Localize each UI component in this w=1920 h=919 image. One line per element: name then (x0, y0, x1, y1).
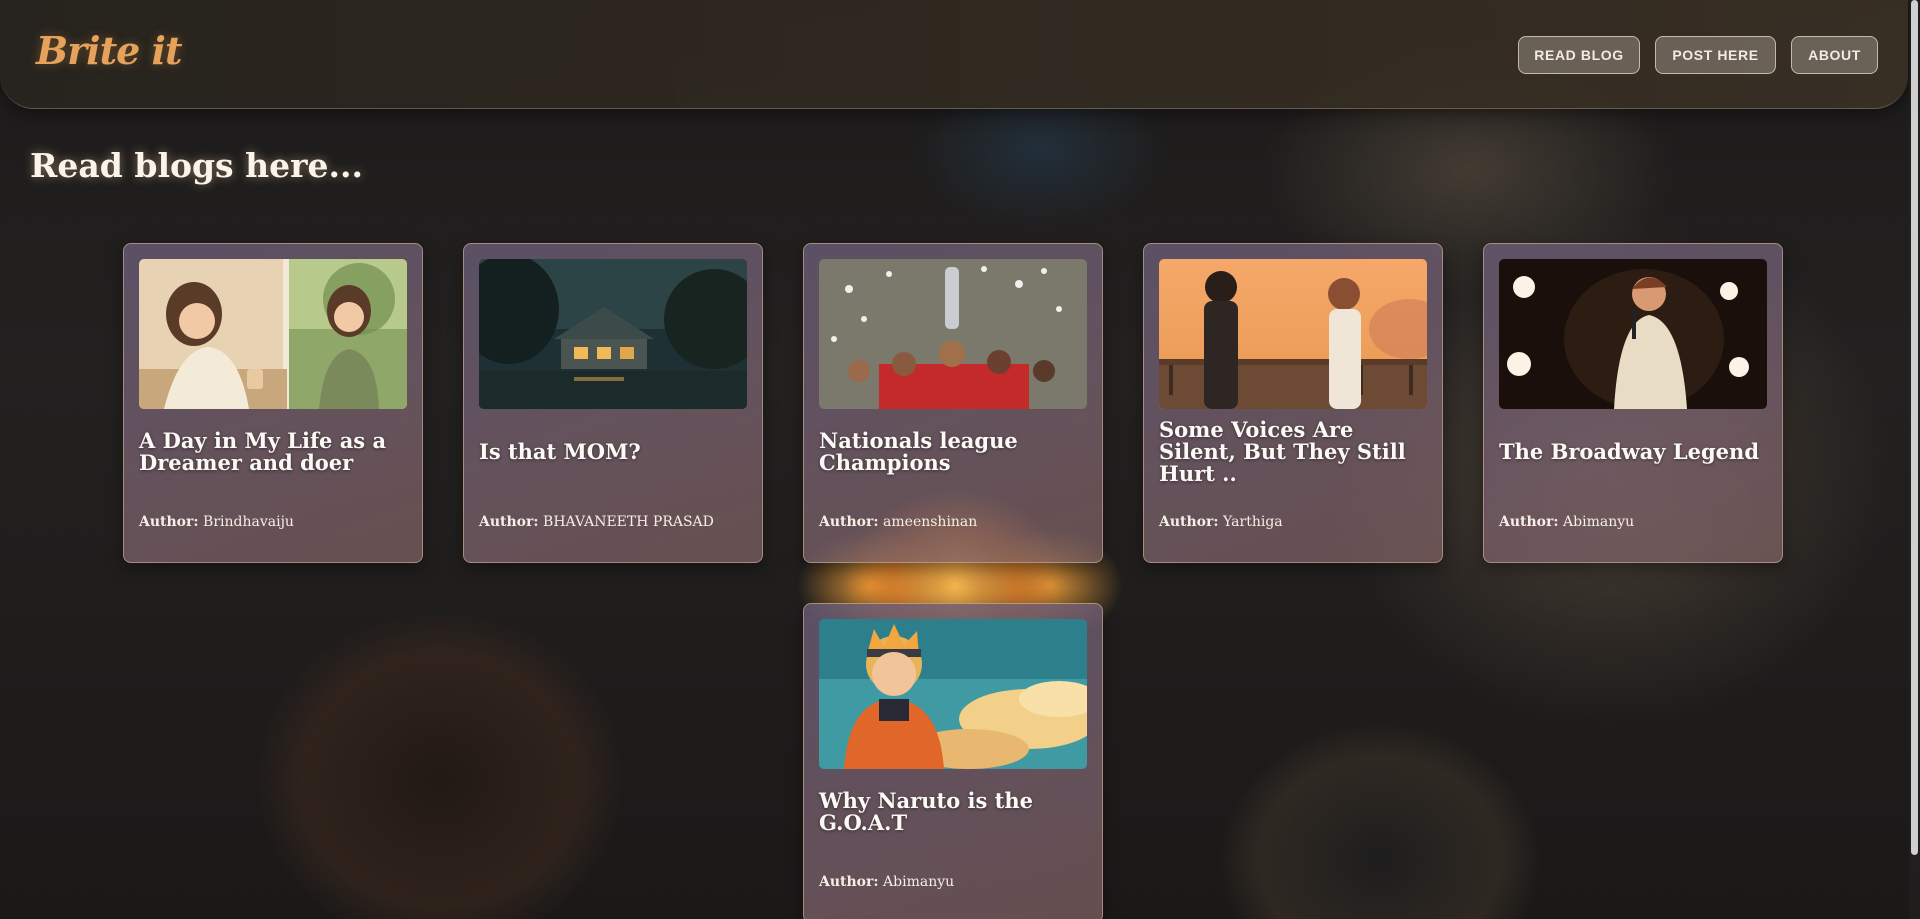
author-name: Abimanyu (883, 874, 955, 890)
blog-author: Author: ameenshinan (819, 514, 977, 530)
blog-thumbnail (139, 259, 407, 409)
blog-title[interactable]: Some Voices Are Silent, But They Still H… (1159, 414, 1429, 490)
blog-title[interactable]: Is that MOM? (479, 414, 749, 490)
page-title: Read blogs here... (30, 146, 363, 185)
blog-card[interactable]: Why Naruto is the G.O.A.T Author: Abiman… (803, 603, 1103, 919)
blog-author: Author: Yarthiga (1159, 514, 1283, 530)
author-name: ameenshinan (883, 514, 978, 530)
blog-thumbnail (819, 259, 1087, 409)
author-label: Author: (479, 514, 539, 530)
post-here-button[interactable]: POST HERE (1655, 36, 1776, 74)
blog-title[interactable]: Nationals league Champions (819, 414, 1089, 490)
blog-card[interactable]: Some Voices Are Silent, But They Still H… (1143, 243, 1443, 563)
author-name: BHAVANEETH PRASAD (543, 514, 714, 530)
about-button[interactable]: ABOUT (1791, 36, 1878, 74)
blog-card[interactable]: A Day in My Life as a Dreamer and doer A… (123, 243, 423, 563)
blog-card[interactable]: Nationals league Champions Author: ameen… (803, 243, 1103, 563)
author-name: Abimanyu (1563, 514, 1635, 530)
author-label: Author: (1159, 514, 1219, 530)
blog-author: Author: BHAVANEETH PRASAD (479, 514, 714, 530)
blog-card[interactable]: Is that MOM? Author: BHAVANEETH PRASAD (463, 243, 763, 563)
author-label: Author: (819, 874, 879, 890)
author-name: Brindhavaiju (203, 514, 294, 530)
blog-title[interactable]: Why Naruto is the G.O.A.T (819, 774, 1089, 850)
blog-title[interactable]: The Broadway Legend (1499, 414, 1769, 490)
main-nav: READ BLOG POST HERE ABOUT (1518, 36, 1878, 74)
top-header: Brite it READ BLOG POST HERE ABOUT (0, 0, 1908, 109)
blog-author: Author: Abimanyu (1499, 514, 1634, 530)
scrollbar-thumb[interactable] (1911, 0, 1918, 855)
blog-thumbnail (1159, 259, 1427, 409)
blog-author: Author: Abimanyu (819, 874, 954, 890)
blog-thumbnail (1499, 259, 1767, 409)
blog-thumbnail (819, 619, 1087, 769)
blog-title[interactable]: A Day in My Life as a Dreamer and doer (139, 414, 409, 490)
blog-card[interactable]: The Broadway Legend Author: Abimanyu (1483, 243, 1783, 563)
read-blog-button[interactable]: READ BLOG (1518, 36, 1640, 74)
author-name: Yarthiga (1223, 514, 1283, 530)
blog-thumbnail (479, 259, 747, 409)
blog-author: Author: Brindhavaiju (139, 514, 294, 530)
author-label: Author: (1499, 514, 1559, 530)
author-label: Author: (139, 514, 199, 530)
page-scrollbar[interactable] (1909, 0, 1920, 919)
author-label: Author: (819, 514, 879, 530)
site-logo[interactable]: Brite it (36, 28, 183, 73)
